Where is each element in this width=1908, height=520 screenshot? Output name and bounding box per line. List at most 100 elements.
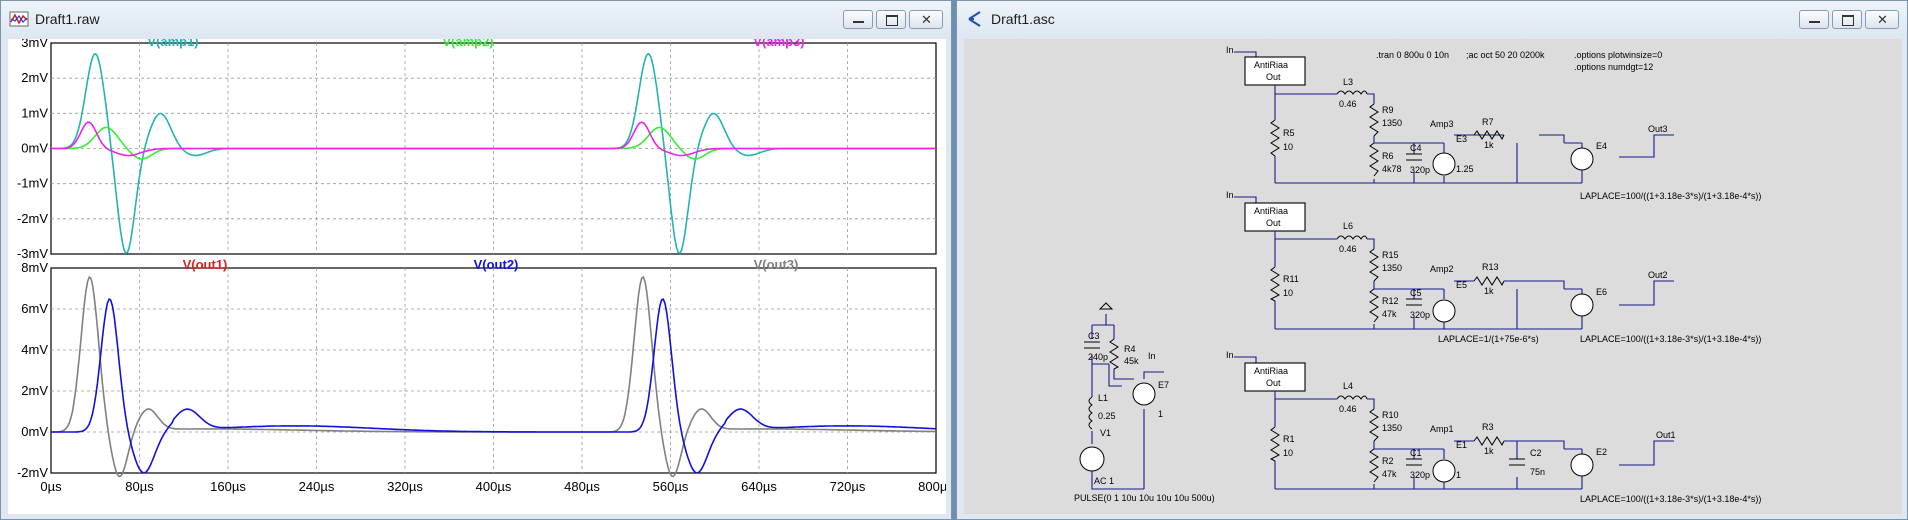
value-r15[interactable]: 1350 [1382, 263, 1402, 273]
label-in-1[interactable]: In [1226, 350, 1234, 360]
label-v1[interactable]: V1 [1100, 428, 1111, 438]
value-r2[interactable]: 47k [1382, 469, 1397, 479]
maximize-button-2[interactable] [1832, 10, 1862, 29]
net-amp3[interactable]: Amp3 [1430, 119, 1454, 129]
schematic-titlebar[interactable]: Draft1.asc ✕ [957, 1, 1907, 39]
label-antiriaa-3[interactable]: AntiRiaa [1254, 60, 1288, 70]
label-in-source[interactable]: In [1148, 351, 1156, 361]
value-e3[interactable]: 1.25 [1456, 164, 1474, 174]
label-r4[interactable]: R4 [1124, 344, 1136, 354]
value-v1-pulse[interactable]: PULSE(0 1 10u 10u 10u 10u 500u) [1074, 493, 1215, 503]
directive-plotwinsize[interactable]: .options plotwinsize=0 [1574, 50, 1662, 60]
value-r4[interactable]: 45k [1124, 356, 1139, 366]
value-r12[interactable]: 47k [1382, 309, 1397, 319]
label-l1[interactable]: L1 [1098, 393, 1108, 403]
value-l4[interactable]: 0.46 [1339, 404, 1357, 414]
laplace-e5[interactable]: LAPLACE=1/(1+75e-6*s) [1438, 334, 1539, 344]
value-l6[interactable]: 0.46 [1339, 244, 1357, 254]
label-r7[interactable]: R7 [1482, 117, 1494, 127]
trace-label-amp1[interactable]: V(amp1) [147, 39, 198, 49]
trace-label-out1[interactable]: V(out1) [183, 257, 228, 272]
laplace-e4[interactable]: LAPLACE=100/((1+3.18e-3*s)/(1+3.18e-4*s)… [1580, 191, 1761, 201]
laplace-e6[interactable]: LAPLACE=100/((1+3.18e-3*s)/(1+3.18e-4*s)… [1580, 334, 1761, 344]
waveform-plot-area[interactable]: 3mV 2mV 1mV 0mV -1mV -2mV -3mV V(amp1) V(amp2)… [8, 39, 946, 514]
source-e4[interactable] [1570, 147, 1594, 171]
value-c2[interactable]: 75n [1530, 467, 1545, 477]
label-c4[interactable]: C4 [1410, 143, 1422, 153]
label-e1[interactable]: E1 [1456, 440, 1467, 450]
label-c5[interactable]: C5 [1410, 288, 1422, 298]
label-c3[interactable]: C3 [1088, 331, 1100, 341]
maximize-button[interactable] [876, 10, 906, 29]
label-r2[interactable]: R2 [1382, 456, 1394, 466]
source-e5[interactable] [1432, 299, 1456, 323]
label-c2[interactable]: C2 [1530, 448, 1542, 458]
label-in-2[interactable]: In [1226, 190, 1234, 200]
label-in-3[interactable]: In [1226, 45, 1234, 55]
label-l4[interactable]: L4 [1343, 381, 1353, 391]
label-l3[interactable]: L3 [1343, 77, 1353, 87]
value-r6[interactable]: 4k78 [1382, 164, 1402, 174]
trace-label-out2[interactable]: V(out2) [474, 257, 519, 272]
minimize-button[interactable] [843, 10, 873, 29]
directive-tran[interactable]: .tran 0 800u 0 10n [1376, 50, 1449, 60]
label-r3[interactable]: R3 [1482, 422, 1494, 432]
value-v1-ac[interactable]: AC 1 [1094, 476, 1114, 486]
value-e1[interactable]: 1 [1456, 470, 1461, 480]
value-r5[interactable]: 10 [1283, 142, 1293, 152]
value-c4[interactable]: 320p [1410, 165, 1430, 175]
value-l3[interactable]: 0.46 [1339, 99, 1357, 109]
label-out1[interactable]: Out1 [1656, 430, 1676, 440]
value-r7[interactable]: 1k [1484, 140, 1494, 150]
value-e7[interactable]: 1 [1158, 409, 1163, 419]
value-r11[interactable]: 10 [1283, 288, 1293, 298]
label-r12[interactable]: R12 [1382, 296, 1399, 306]
label-antiriaa-out-1[interactable]: Out [1266, 378, 1281, 388]
label-out3[interactable]: Out3 [1648, 124, 1668, 134]
waveform-titlebar[interactable]: Draft1.raw ✕ [1, 1, 951, 39]
source-e3[interactable] [1432, 152, 1456, 176]
value-c3[interactable]: 240p [1088, 352, 1108, 362]
label-e4[interactable]: E4 [1596, 141, 1607, 151]
label-r1[interactable]: R1 [1283, 434, 1295, 444]
label-r11[interactable]: R11 [1283, 274, 1299, 284]
label-c1[interactable]: C1 [1410, 448, 1422, 458]
trace-label-amp3[interactable]: V(amp3) [753, 39, 804, 49]
value-r13[interactable]: 1k [1484, 286, 1494, 296]
value-r9[interactable]: 1350 [1382, 118, 1402, 128]
value-r10[interactable]: 1350 [1382, 423, 1402, 433]
value-c5[interactable]: 320p [1410, 310, 1430, 320]
close-button[interactable]: ✕ [909, 10, 943, 29]
source-e1[interactable] [1432, 459, 1456, 483]
label-antiriaa-out-3[interactable]: Out [1266, 72, 1281, 82]
close-button-2[interactable]: ✕ [1865, 10, 1899, 29]
label-r10[interactable]: R10 [1382, 410, 1399, 420]
value-l1[interactable]: 0.25 [1098, 411, 1116, 421]
label-l6[interactable]: L6 [1343, 221, 1353, 231]
minimize-button-2[interactable] [1799, 10, 1829, 29]
net-amp1[interactable]: Amp1 [1430, 424, 1454, 434]
label-r9[interactable]: R9 [1382, 105, 1394, 115]
value-c1[interactable]: 320p [1410, 470, 1430, 480]
label-r5[interactable]: R5 [1283, 128, 1295, 138]
label-e6[interactable]: E6 [1596, 287, 1607, 297]
label-antiriaa-1[interactable]: AntiRiaa [1254, 366, 1288, 376]
value-r1[interactable]: 10 [1283, 448, 1293, 458]
label-r15[interactable]: R15 [1382, 250, 1399, 260]
label-out2[interactable]: Out2 [1648, 270, 1668, 280]
label-e3[interactable]: E3 [1456, 134, 1467, 144]
voltage-source-v1[interactable] [1079, 446, 1105, 472]
label-e7[interactable]: E7 [1158, 380, 1169, 390]
laplace-e2[interactable]: LAPLACE=100/((1+3.18e-3*s)/(1+3.18e-4*s)… [1580, 494, 1761, 504]
label-e5[interactable]: E5 [1456, 280, 1467, 290]
directive-ac[interactable]: ;ac oct 50 20 0200k [1466, 50, 1545, 60]
value-r3[interactable]: 1k [1484, 446, 1494, 456]
source-e6[interactable] [1570, 293, 1594, 317]
source-e7[interactable] [1132, 382, 1156, 406]
label-antiriaa-2[interactable]: AntiRiaa [1254, 206, 1288, 216]
label-r13[interactable]: R13 [1482, 262, 1499, 272]
trace-label-out3[interactable]: V(out3) [754, 257, 799, 272]
schematic-canvas[interactable]: .tran 0 800u 0 10n ;ac oct 50 20 0200k .… [964, 39, 1902, 514]
label-e2[interactable]: E2 [1596, 447, 1607, 457]
label-r6[interactable]: R6 [1382, 151, 1394, 161]
